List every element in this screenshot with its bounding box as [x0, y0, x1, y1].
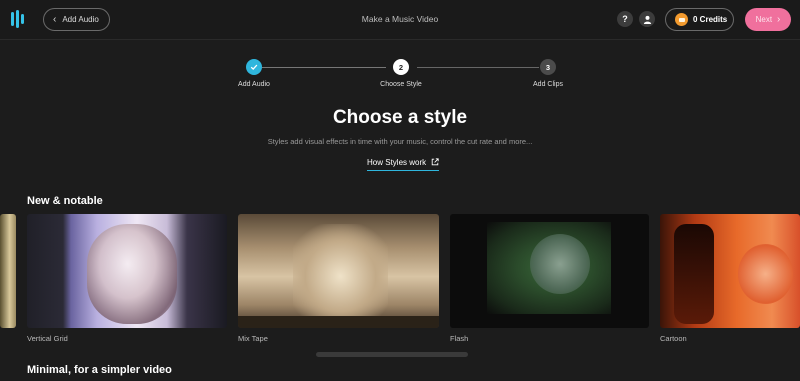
style-card-label: Mix Tape	[238, 334, 268, 343]
credits-label: 0 Credits	[693, 15, 728, 24]
next-button-label: Next	[755, 15, 773, 24]
style-card-flash[interactable]	[450, 214, 649, 328]
section-title-new-notable: New & notable	[27, 195, 103, 207]
step-2[interactable]: 2	[393, 59, 409, 75]
style-card-mix-tape[interactable]	[238, 214, 439, 328]
user-icon[interactable]	[639, 11, 655, 27]
external-link-icon	[431, 158, 439, 166]
step-3-label: Add Clips	[533, 81, 563, 88]
card-thumbnail-face	[738, 244, 793, 304]
how-styles-work-label: How Styles work	[367, 157, 427, 167]
section-title-minimal: Minimal, for a simpler video	[27, 364, 172, 376]
style-card-cartoon[interactable]	[660, 214, 800, 328]
next-button[interactable]: Next ›	[745, 8, 791, 31]
stepper-line	[262, 67, 386, 68]
step-1[interactable]	[246, 59, 262, 75]
card-thumbnail	[87, 224, 177, 324]
step-2-label: Choose Style	[380, 81, 422, 88]
main-subtitle: Styles add visual effects in time with y…	[267, 137, 533, 146]
card-thumbnail	[293, 224, 388, 319]
card-thumbnail-strip	[238, 316, 439, 328]
credits-coin-icon	[675, 13, 688, 26]
top-bar: ‹ Add Audio Make a Music Video ? 0 Credi…	[0, 0, 800, 40]
step-1-label: Add Audio	[238, 81, 270, 88]
chevron-right-icon: ›	[777, 14, 781, 25]
check-icon	[250, 64, 258, 70]
style-card-label: Cartoon	[660, 334, 687, 343]
style-card-partial[interactable]	[0, 214, 16, 328]
carousel-scrollbar[interactable]	[316, 352, 468, 357]
card-thumbnail-face	[530, 234, 590, 294]
how-styles-work-link[interactable]: How Styles work	[367, 157, 440, 171]
step-3[interactable]: 3	[540, 59, 556, 75]
style-card-label: Vertical Grid	[27, 334, 68, 343]
credits-button[interactable]: 0 Credits	[665, 8, 734, 31]
style-card-vertical-grid[interactable]	[27, 214, 227, 328]
card-thumbnail	[674, 224, 714, 324]
style-card-label: Flash	[450, 334, 469, 343]
main-title: Choose a style	[332, 107, 468, 128]
stepper-line	[417, 67, 539, 68]
help-icon[interactable]: ?	[617, 11, 633, 27]
